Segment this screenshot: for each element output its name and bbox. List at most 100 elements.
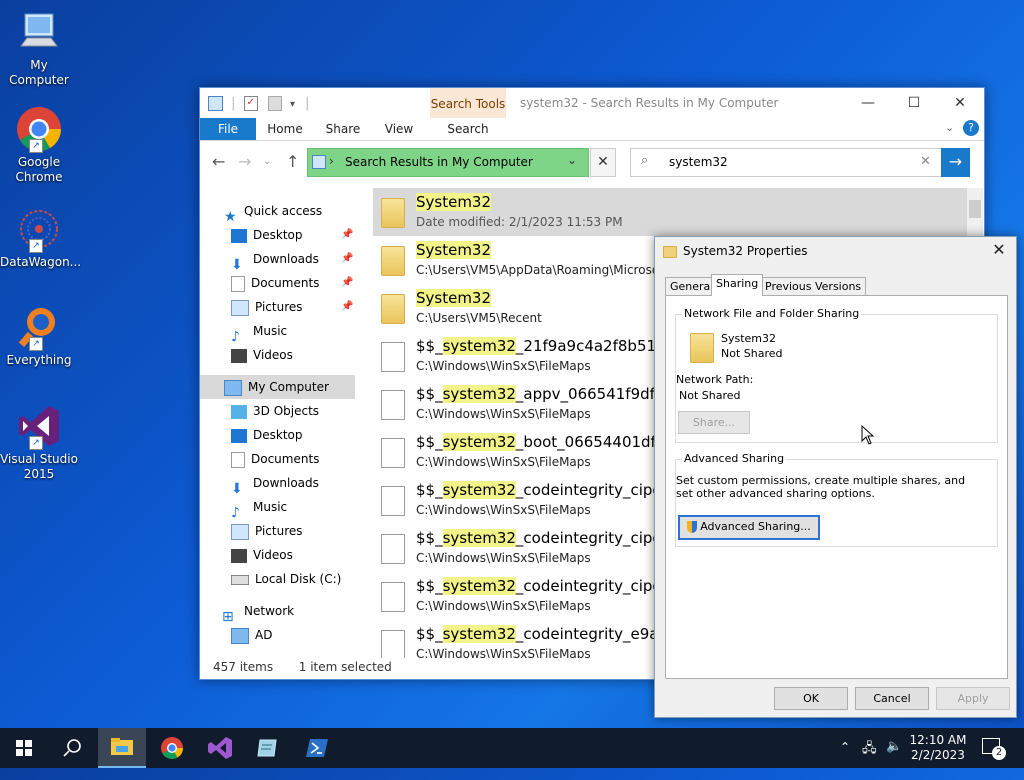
ribbon-expand-chevron-icon[interactable]: ⌄ [945, 121, 954, 134]
tab-search[interactable]: Search [430, 118, 506, 140]
action-center-button[interactable]: 2 [982, 738, 1006, 778]
taskbar-visual-studio[interactable] [196, 728, 244, 768]
properties-qat-icon[interactable]: ✓ [243, 96, 258, 111]
share-button[interactable]: Share... [678, 411, 750, 434]
address-row: ← → ⌄ ↑ › Search Results in My Computer … [200, 142, 984, 182]
search-go-button[interactable]: → [941, 148, 970, 177]
search-input[interactable]: ⌕ system32 ✕ [630, 148, 942, 177]
taskbar-powershell[interactable] [294, 728, 342, 768]
pin-icon[interactable]: 📌 [341, 301, 353, 312]
file-icon [381, 486, 405, 516]
up-arrow-icon[interactable]: ↑ [286, 152, 299, 171]
desktop-icon-datawagon[interactable]: ↗ DataWagon... [0, 205, 81, 270]
clock[interactable]: 12:10 AM 2/2/2023 [908, 733, 968, 773]
network-path-label: Network Path: [676, 373, 754, 386]
visual-studio-icon: ↗ [15, 402, 63, 450]
nav-quick-music[interactable]: ♪ Music [231, 319, 287, 345]
music-note-icon: ♪ [231, 328, 240, 345]
nav-quick-desktop[interactable]: Desktop [231, 223, 303, 247]
stop-search-button[interactable]: ✕ [590, 148, 616, 177]
nav-quick-documents[interactable]: Documents [231, 271, 319, 295]
explorer-titlebar: | ✓ ▾ | Search Tools system32 - Search R… [200, 88, 984, 118]
back-arrow-icon[interactable]: ← [212, 152, 225, 171]
download-arrow-icon: ⬇ [231, 480, 243, 497]
nav-music[interactable]: ♪ Music [231, 495, 287, 521]
scrollbar-thumb[interactable] [969, 200, 981, 218]
nav-pictures[interactable]: Pictures [231, 519, 303, 543]
explorer-app-icon [208, 96, 223, 111]
tab-share[interactable]: Share [324, 118, 362, 140]
nav-documents[interactable]: Documents [231, 447, 319, 471]
nav-network[interactable]: ⊞ Network [222, 599, 294, 625]
clear-search-icon[interactable]: ✕ [920, 154, 931, 169]
group-label: Advanced Sharing [682, 452, 787, 465]
address-dropdown-chevron-icon[interactable]: ⌄ [567, 153, 577, 167]
file-icon [381, 438, 405, 468]
dialog-title: System32 Properties [663, 244, 807, 258]
desktop-icon-everything[interactable]: ↗ Everything [0, 303, 78, 368]
3d-objects-icon [231, 404, 247, 419]
shortcut-arrow-icon: ↗ [29, 239, 43, 253]
search-location-icon [312, 155, 326, 169]
nav-downloads[interactable]: ⬇ Downloads [231, 471, 319, 497]
clock-time: 12:10 AM [909, 733, 967, 747]
folder-icon [381, 198, 405, 228]
window-title: system32 - Search Results in My Computer [520, 96, 779, 110]
taskbar-file-explorer[interactable] [98, 728, 146, 768]
notification-badge: 2 [992, 746, 1006, 760]
pin-icon[interactable]: 📌 [341, 253, 353, 264]
minimize-button[interactable]: — [845, 92, 891, 114]
music-note-icon: ♪ [231, 504, 240, 521]
desktop-icon-visual-studio[interactable]: ↗ Visual Studio 2015 [0, 402, 78, 482]
help-icon[interactable]: ? [963, 120, 979, 136]
new-folder-qat-icon[interactable] [267, 96, 282, 111]
maximize-button[interactable]: ☐ [891, 92, 937, 114]
nav-quick-access[interactable]: ★ Quick access [224, 199, 322, 225]
tab-view[interactable]: View [382, 118, 416, 140]
taskbar-search-button[interactable] [48, 728, 96, 768]
address-bar[interactable]: › Search Results in My Computer ⌄ [307, 148, 589, 177]
desktop-icon-my-computer[interactable]: My Computer [0, 8, 78, 88]
file-icon [381, 534, 405, 564]
file-icon [381, 630, 405, 658]
desktop-icon-label: My Computer [9, 58, 69, 87]
nav-ad[interactable]: AD [231, 623, 272, 647]
show-hidden-icons-chevron-icon[interactable]: ⌃ [840, 740, 850, 780]
search-icon [63, 739, 81, 757]
tab-file[interactable]: File [200, 118, 256, 140]
result-row[interactable]: System32 Date modified: 2/1/2023 11:53 P… [373, 188, 973, 236]
file-explorer-icon [111, 738, 133, 755]
nav-local-disk[interactable]: Local Disk (C:) [231, 567, 341, 591]
nav-quick-downloads[interactable]: ⬇ Downloads [231, 247, 319, 273]
close-button[interactable]: ✕ [937, 92, 983, 114]
nav-videos[interactable]: Videos [231, 543, 293, 567]
forward-arrow-icon[interactable]: → [238, 152, 251, 171]
customize-qat-icon[interactable]: ▾ [290, 99, 295, 110]
nav-3d-objects[interactable]: 3D Objects [231, 399, 319, 423]
network-status-icon[interactable]: 🖧 [862, 739, 877, 779]
recent-locations-chevron-icon[interactable]: ⌄ [263, 156, 271, 167]
cancel-button[interactable]: Cancel [855, 687, 929, 710]
network-icon: ⊞ [222, 608, 234, 625]
tab-sharing[interactable]: Sharing [711, 274, 764, 296]
search-tools-context-tab: Search Tools [430, 88, 506, 118]
volume-icon[interactable]: 🔈 [886, 739, 902, 779]
nav-desktop[interactable]: Desktop [231, 423, 303, 447]
apply-button[interactable]: Apply [936, 687, 1010, 710]
nav-my-computer[interactable]: My Computer [200, 375, 355, 399]
dialog-close-button[interactable]: ✕ [988, 240, 1010, 259]
pin-icon[interactable]: 📌 [341, 229, 353, 240]
advanced-sharing-button[interactable]: Advanced Sharing... [678, 515, 820, 540]
taskbar-chrome[interactable] [148, 728, 196, 768]
desktop-icon-google-chrome[interactable]: ↗ Google Chrome [0, 105, 78, 185]
nav-quick-videos[interactable]: Videos [231, 343, 293, 367]
taskbar-notepad[interactable] [244, 728, 292, 768]
pin-icon[interactable]: 📌 [341, 277, 353, 288]
tab-previous-versions[interactable]: Previous Versions [760, 277, 867, 296]
start-button[interactable] [0, 728, 48, 768]
quick-access-toolbar: | ✓ ▾ | [208, 96, 310, 111]
tab-home[interactable]: Home [266, 118, 304, 140]
ok-button[interactable]: OK [774, 687, 848, 710]
desktop-icon [231, 228, 247, 243]
nav-quick-pictures[interactable]: Pictures [231, 295, 303, 319]
